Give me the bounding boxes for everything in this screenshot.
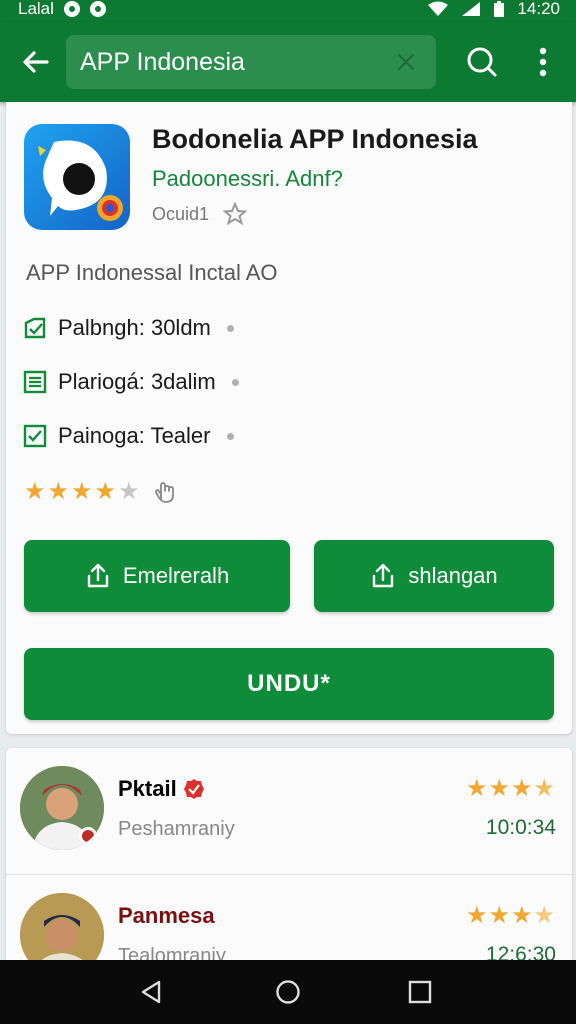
share-button[interactable]: Emelreralh [24, 540, 290, 612]
status-bar: Lalal 14:20 [0, 0, 576, 22]
share-icon [87, 563, 109, 588]
review-stars: ★★★★ [466, 774, 556, 803]
upload-button-label: shlangan [408, 563, 498, 588]
nav-home-icon[interactable] [274, 978, 302, 1006]
bullet [226, 324, 234, 332]
list-icon [23, 370, 47, 394]
signal-icon [462, 2, 481, 16]
star-icon: ★ [533, 902, 556, 929]
upload-icon [373, 563, 394, 588]
star-outline-icon[interactable] [223, 202, 248, 226]
app-title: Bodonelia APP Indonesia [152, 124, 478, 154]
back-arrow-icon[interactable] [20, 46, 52, 78]
edit-check-icon [24, 317, 46, 339]
review-item[interactable]: Pktail Peshamraniy ★★★★ 10:0:34 [6, 748, 572, 874]
review-item[interactable]: Panmesa Tealomraniy ★★★★ 12:6:30 [6, 874, 572, 968]
reviews-list: Pktail Peshamraniy ★★★★ 10:0:34 Panmesa … [6, 748, 572, 968]
star-icon: ★ [94, 477, 117, 505]
clear-icon[interactable] [394, 50, 418, 74]
star-icon: ★ [510, 902, 534, 929]
info-row: Painoga: Tealer [22, 420, 234, 452]
reviewer-name-text: Panmesa [118, 903, 215, 928]
avatar [20, 893, 104, 968]
app-size: Ocuid1 [152, 203, 210, 224]
info-label: Palbngh: 30ldm [58, 315, 211, 340]
battery-icon [494, 1, 505, 17]
bullet [231, 378, 239, 386]
avatar [20, 766, 104, 850]
search-box[interactable] [66, 35, 436, 89]
reviewer-subtitle: Peshamraniy [118, 818, 235, 840]
app-bar [0, 22, 576, 102]
verified-icon [183, 779, 204, 799]
star-icon: ★ [465, 902, 489, 929]
app-logo [24, 124, 130, 230]
app-rating: ★ ★ ★ ★ ★ [24, 476, 180, 506]
navigation-bar [0, 960, 576, 1024]
app-meta: Ocuid1 [152, 202, 248, 226]
download-button-label: UNDU* [247, 670, 331, 697]
search-icon[interactable] [464, 44, 500, 80]
hand-pointer-icon[interactable] [150, 476, 180, 506]
app-detail-card: Bodonelia APP Indonesia Padoonessri. Adn… [6, 102, 572, 734]
star-icon: ★ [488, 902, 511, 929]
info-label: Plariogá: 3dalim [58, 369, 216, 394]
notification-icon [63, 1, 80, 17]
clock: 14:20 [517, 0, 560, 18]
nav-back-icon[interactable] [138, 978, 166, 1006]
nav-recents-icon[interactable] [406, 978, 434, 1006]
reviewer-name: Pktail [118, 776, 205, 802]
more-vert-icon[interactable] [530, 44, 556, 80]
info-label: Painoga: Tealer [58, 423, 211, 448]
reviewer-name: Panmesa [118, 903, 215, 929]
app-description: APP Indonessal Inctal AO [26, 260, 278, 285]
bullet [226, 432, 234, 440]
star-icon: ★ [118, 477, 140, 505]
reviewer-name-text: Pktail [118, 776, 177, 801]
download-button[interactable]: UNDU* [24, 648, 554, 720]
star-icon: ★ [510, 775, 534, 802]
review-stars: ★★★★ [466, 901, 556, 930]
app-developer[interactable]: Padoonessri. Adnf? [152, 166, 343, 192]
review-time: 10:0:34 [485, 816, 556, 839]
star-icon: ★ [533, 775, 556, 802]
share-button-label: Emelreralh [122, 563, 230, 588]
notification-icon [89, 1, 106, 17]
star-icon: ★ [488, 775, 511, 802]
carrier-label: Lalal [18, 0, 54, 18]
star-icon: ★ [47, 477, 70, 505]
search-input[interactable] [80, 35, 390, 89]
upload-button[interactable]: shlangan [314, 540, 554, 612]
info-row: Plariogá: 3dalim [22, 366, 239, 398]
star-icon: ★ [465, 775, 489, 802]
checkbox-icon [23, 424, 47, 448]
star-icon: ★ [24, 477, 46, 505]
wifi-icon [428, 1, 449, 16]
info-row: Palbngh: 30ldm [22, 312, 234, 344]
star-icon: ★ [71, 477, 93, 505]
